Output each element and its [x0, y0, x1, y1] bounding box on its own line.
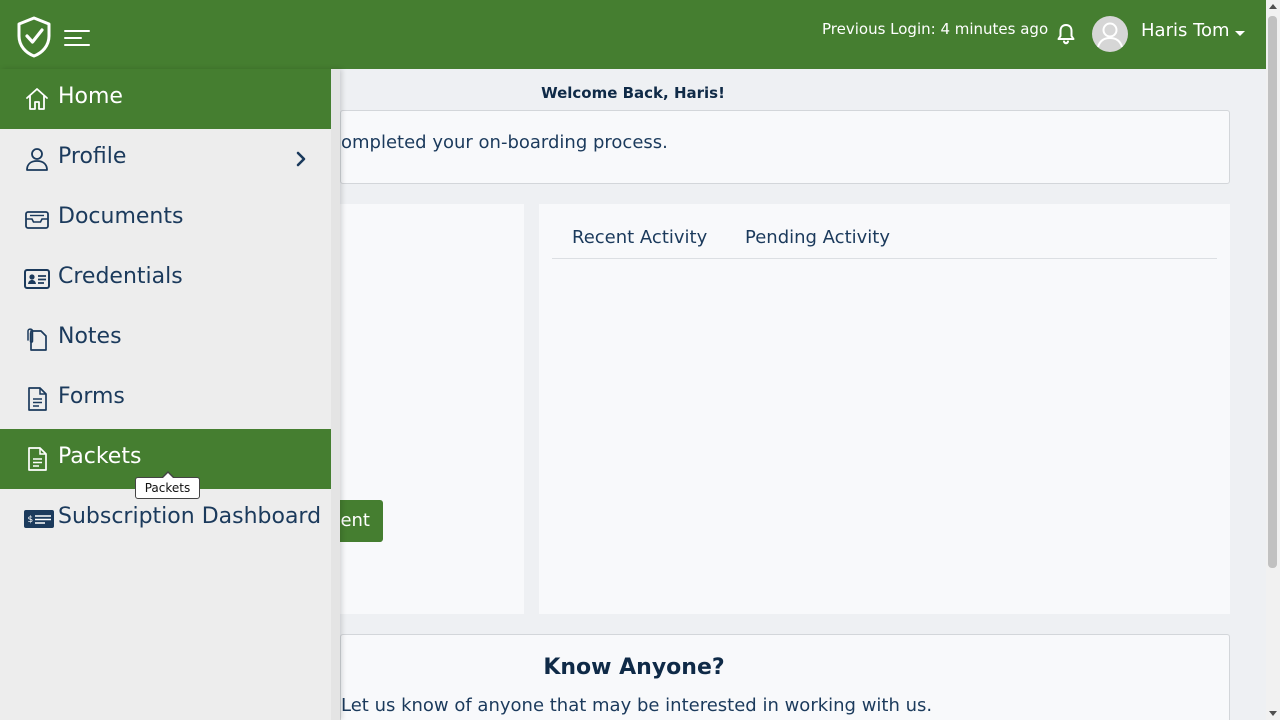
sidebar-item-documents[interactable]: Documents: [0, 189, 331, 249]
scrollbar-thumb[interactable]: [1268, 16, 1277, 568]
tab-recent-activity[interactable]: Recent Activity: [572, 227, 707, 248]
sidebar-item-credentials[interactable]: Credentials: [0, 249, 331, 309]
paperclip-notes-icon: [27, 328, 47, 351]
tab-pending-activity[interactable]: Pending Activity: [745, 227, 890, 248]
welcome-heading: Welcome Back, Haris!: [541, 84, 725, 102]
scroll-down-arrow-icon[interactable]: [1269, 711, 1277, 716]
sidebar-item-label: Notes: [58, 324, 122, 349]
inbox-icon: [25, 211, 49, 229]
chevron-right-icon[interactable]: [294, 149, 308, 169]
sidebar-menu: Home Profile Documents Credentials Notes…: [0, 69, 340, 720]
sidebar-item-forms[interactable]: Forms: [0, 369, 331, 429]
top-navbar: Previous Login: 4 minutes ago Haris Tom: [0, 0, 1266, 69]
scroll-up-arrow-icon[interactable]: [1269, 4, 1277, 9]
sidebar-edge: [331, 69, 340, 720]
sidebar-item-profile[interactable]: Profile: [0, 129, 331, 189]
sidebar-item-label: Profile: [58, 144, 127, 169]
activity-tabs: Recent Activity Pending Activity: [552, 204, 1217, 259]
sidebar-item-label: Credentials: [58, 264, 183, 289]
referral-card: Know Anyone? Let us know of anyone that …: [340, 634, 1230, 720]
notification-bell-icon[interactable]: [1054, 22, 1078, 46]
caret-down-icon[interactable]: [1235, 31, 1245, 36]
tooltip-arrow-inner: [163, 473, 173, 478]
referral-title: Know Anyone?: [543, 655, 725, 680]
sidebar-item-label: Packets: [58, 444, 142, 469]
svg-text:$: $: [28, 515, 34, 525]
avatar[interactable]: [1092, 16, 1128, 52]
user-menu-name[interactable]: Haris Tom: [1141, 20, 1230, 41]
sidebar-item-label: Forms: [58, 384, 125, 409]
sidebar-item-label: Home: [58, 84, 123, 109]
documents-summary-card: [340, 204, 524, 614]
sidebar-item-notes[interactable]: Notes: [0, 309, 331, 369]
sidebar-item-home[interactable]: Home: [0, 69, 331, 129]
sidebar-item-label: Subscription Dashboard: [58, 504, 322, 529]
page-scrollbar[interactable]: [1266, 0, 1280, 720]
menu-toggle-icon[interactable]: [64, 26, 92, 48]
packets-tooltip: Packets: [135, 477, 200, 499]
home-icon: [26, 88, 48, 110]
user-avatar-icon: [1097, 22, 1123, 48]
onboarding-status-text: ompleted your on-boarding process.: [341, 132, 668, 153]
shield-check-logo-icon[interactable]: [16, 16, 52, 58]
onboarding-status-card: ompleted your on-boarding process.: [340, 110, 1230, 184]
id-card-icon: [24, 269, 50, 289]
referral-subtitle: Let us know of anyone that may be intere…: [341, 695, 933, 716]
file-icon: [28, 447, 47, 471]
money-bill-icon: $: [24, 510, 54, 528]
file-icon: [28, 387, 47, 411]
user-icon: [26, 148, 48, 171]
sidebar-item-label: Documents: [58, 204, 184, 229]
previous-login-text: Previous Login: 4 minutes ago: [822, 20, 1049, 38]
activity-card: Recent Activity Pending Activity: [539, 204, 1230, 614]
